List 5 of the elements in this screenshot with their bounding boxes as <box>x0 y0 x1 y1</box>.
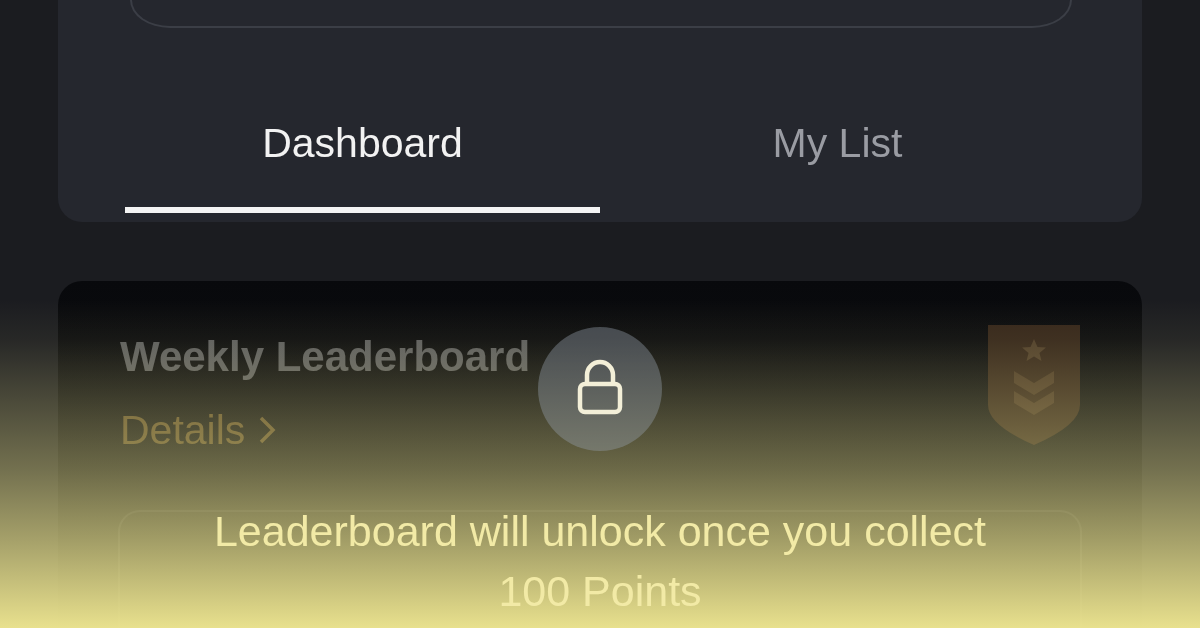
tab[interactable]: My List <box>600 80 1075 213</box>
card-title: Weekly Leaderboard <box>120 332 531 382</box>
tab[interactable]: Dashboard <box>125 80 600 213</box>
shield-icon <box>988 325 1080 445</box>
input-field[interactable] <box>130 0 1072 28</box>
